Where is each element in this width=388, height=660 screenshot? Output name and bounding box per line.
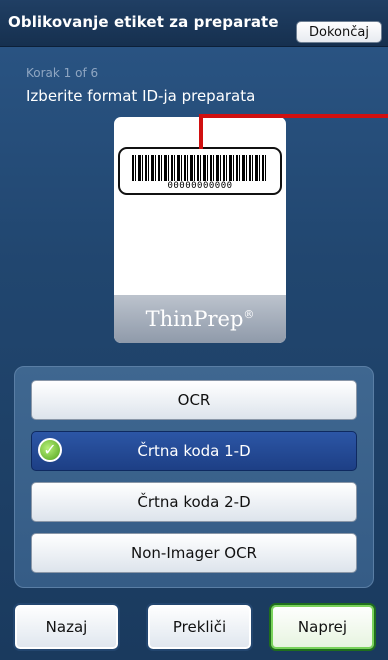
slide-frosted-end: ThinPrep® — [114, 295, 286, 343]
title-bar: Oblikovanje etiket za preparate Dokončaj — [0, 0, 388, 47]
done-button[interactable]: Dokončaj — [296, 21, 382, 43]
step-counter: Korak 1 of 6 — [26, 66, 99, 80]
registered-mark: ® — [243, 308, 255, 321]
back-button[interactable]: Nazaj — [13, 603, 120, 651]
pointer-line-horizontal — [199, 114, 388, 118]
option-label: Črtna koda 1-D — [137, 442, 251, 460]
option-label: Non-Imager OCR — [131, 544, 257, 562]
next-button[interactable]: Naprej — [269, 603, 376, 651]
barcode-icon — [132, 155, 268, 181]
option-barcode-1d[interactable]: ✓ Črtna koda 1-D — [31, 431, 357, 471]
thinprep-logo: ThinPrep® — [114, 307, 286, 331]
option-ocr[interactable]: OCR — [31, 380, 357, 420]
option-label: Črtna koda 2-D — [137, 493, 251, 511]
checkmark-icon: ✓ — [38, 438, 62, 462]
option-label: OCR — [177, 391, 211, 409]
pointer-line-vertical — [199, 114, 203, 149]
option-barcode-2d[interactable]: Črtna koda 2-D — [31, 482, 357, 522]
barcode-digits: 00000000000 — [167, 181, 233, 191]
cancel-button[interactable]: Prekliči — [146, 603, 253, 651]
barcode-label-illustration: 00000000000 — [118, 147, 282, 195]
brand-name: ThinPrep — [145, 307, 244, 331]
option-non-imager-ocr[interactable]: Non-Imager OCR — [31, 533, 357, 573]
slide-illustration: 00000000000 ThinPrep® — [114, 117, 286, 343]
instruction-text: Izberite format ID-ja preparata — [26, 87, 256, 105]
label-design-screen: Oblikovanje etiket za preparate Dokončaj… — [0, 0, 388, 660]
page-title: Oblikovanje etiket za preparate — [8, 13, 279, 31]
